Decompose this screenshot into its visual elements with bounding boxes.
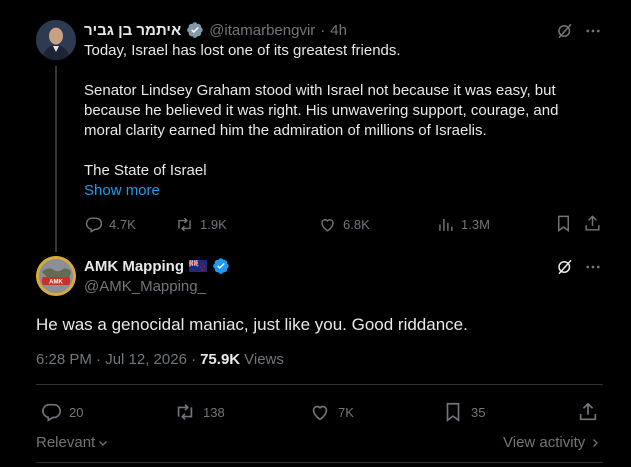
repost-count: 138 bbox=[203, 404, 225, 420]
verified-badge-icon bbox=[186, 21, 204, 39]
parent-time[interactable]: 4h bbox=[330, 22, 347, 39]
parent-handle[interactable]: @itamarbengvir bbox=[209, 22, 315, 39]
reply-action[interactable]: 4.7K bbox=[84, 214, 136, 234]
bookmark-action[interactable]: 35 bbox=[442, 401, 485, 423]
repost-count: 1.9K bbox=[200, 216, 227, 232]
reply-icon bbox=[40, 401, 62, 423]
tweet-paragraph: Senator Lindsey Graham stood with Israel… bbox=[84, 82, 559, 139]
thread-line bbox=[55, 66, 57, 252]
header-separator: · bbox=[320, 21, 326, 39]
show-more-link[interactable]: Show more bbox=[84, 182, 160, 199]
verified-badge-icon bbox=[212, 257, 230, 275]
bookmark-icon bbox=[442, 401, 464, 423]
like-action[interactable]: 7K bbox=[309, 401, 354, 423]
more-icon[interactable] bbox=[584, 258, 602, 276]
like-icon bbox=[309, 401, 331, 423]
reply-action[interactable]: 20 bbox=[40, 401, 83, 423]
view-activity-link[interactable]: View activity bbox=[503, 434, 601, 451]
like-icon bbox=[318, 215, 337, 234]
view-activity-label: View activity bbox=[503, 434, 586, 451]
parent-avatar[interactable] bbox=[36, 20, 76, 60]
share-icon[interactable] bbox=[583, 214, 602, 233]
reply-handle[interactable]: @AMK_Mapping_ bbox=[84, 278, 206, 295]
more-icon[interactable] bbox=[584, 22, 602, 40]
repost-action[interactable]: 1.9K bbox=[175, 214, 227, 234]
views-icon bbox=[436, 215, 455, 234]
reply-count: 4.7K bbox=[109, 216, 136, 232]
views-total: 75.9K bbox=[200, 351, 241, 368]
views-label: Views bbox=[244, 351, 284, 368]
parent-display-name[interactable]: איתמר בן גביר bbox=[84, 22, 181, 39]
bookmark-count: 35 bbox=[471, 404, 486, 420]
like-count: 6.8K bbox=[343, 216, 370, 232]
divider bbox=[36, 384, 603, 385]
views-count: 1.3M bbox=[461, 216, 490, 232]
divider bbox=[36, 462, 603, 463]
like-count: 7K bbox=[338, 404, 354, 420]
reply-header: AMK Mapping bbox=[84, 257, 230, 275]
bookmark-icon[interactable] bbox=[554, 214, 573, 233]
tweet-paragraph: The State of Israel bbox=[84, 162, 207, 179]
parent-tweet-text: Today, Israel has lost one of its greate… bbox=[84, 41, 584, 181]
timestamp[interactable]: 6:28 PM · Jul 12, 2026 · bbox=[36, 351, 196, 368]
svg-text:AMK: AMK bbox=[49, 280, 63, 286]
reply-avatar[interactable]: AMK bbox=[36, 256, 76, 296]
views-action[interactable]: 1.3M bbox=[436, 214, 490, 234]
chevron-down-icon bbox=[97, 437, 109, 449]
sort-relevant-dropdown[interactable]: Relevant bbox=[36, 434, 109, 451]
grok-icon[interactable] bbox=[556, 258, 574, 276]
grok-icon[interactable] bbox=[556, 22, 574, 40]
relevant-label: Relevant bbox=[36, 434, 96, 451]
tweet-paragraph: Today, Israel has lost one of its greate… bbox=[84, 42, 401, 59]
share-icon[interactable] bbox=[577, 401, 599, 423]
reply-count: 20 bbox=[69, 404, 84, 420]
repost-icon bbox=[175, 215, 194, 234]
new-zealand-flag-icon bbox=[188, 260, 207, 272]
like-action[interactable]: 6.8K bbox=[318, 214, 370, 234]
reply-display-name[interactable]: AMK Mapping bbox=[84, 258, 184, 275]
parent-tweet-header: איתמר בן גביר @itamarbengvir · 4h bbox=[84, 20, 347, 40]
chevron-right-icon bbox=[589, 437, 601, 449]
reply-icon bbox=[84, 215, 103, 234]
reply-tweet-text: He was a genocidal maniac, just like you… bbox=[36, 315, 468, 334]
tweet-meta: 6:28 PM · Jul 12, 2026 · 75.9K Views bbox=[36, 351, 284, 368]
repost-icon bbox=[174, 401, 196, 423]
repost-action[interactable]: 138 bbox=[174, 401, 225, 423]
